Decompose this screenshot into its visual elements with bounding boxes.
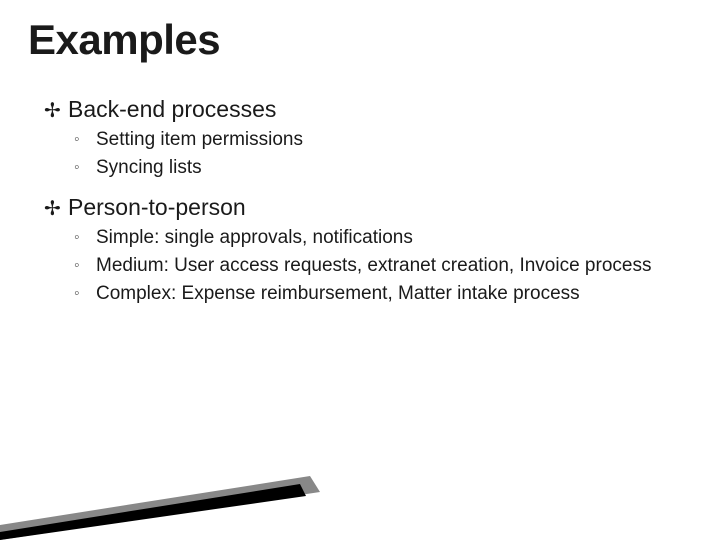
bullet-marker-icon: ✢ [44, 196, 61, 221]
sub-list: ◦ Simple: single approvals, notification… [44, 225, 676, 306]
sub-bullet-marker-icon: ◦ [74, 157, 80, 179]
slide-title: Examples [0, 0, 720, 64]
sub-bullet-marker-icon: ◦ [74, 255, 80, 277]
sub-item-text: Syncing lists [96, 157, 202, 178]
sub-bullet-marker-icon: ◦ [74, 129, 80, 151]
sub-item-text: Simple: single approvals, notifications [96, 227, 413, 248]
sub-list: ◦ Setting item permissions ◦ Syncing lis… [44, 127, 676, 180]
sub-bullet-marker-icon: ◦ [74, 227, 80, 249]
bullet-text: Person-to-person [68, 194, 246, 220]
bullet-item: ✢ Person-to-person [44, 194, 676, 221]
sub-bullet-marker-icon: ◦ [74, 283, 80, 305]
sub-item: ◦ Simple: single approvals, notification… [74, 225, 676, 251]
bullet-item: ✢ Back-end processes [44, 96, 676, 123]
sub-item: ◦ Syncing lists [74, 155, 676, 181]
sub-item-text: Medium: User access requests, extranet c… [96, 255, 651, 276]
sub-item: ◦ Medium: User access requests, extranet… [74, 253, 676, 279]
sub-item-text: Complex: Expense reimbursement, Matter i… [96, 283, 580, 304]
sub-item-text: Setting item permissions [96, 129, 303, 150]
content-body: ✢ Back-end processes ◦ Setting item perm… [0, 64, 720, 306]
sub-item: ◦ Setting item permissions [74, 127, 676, 153]
decorative-wedge [0, 470, 320, 540]
sub-item: ◦ Complex: Expense reimbursement, Matter… [74, 281, 676, 307]
bullet-marker-icon: ✢ [44, 98, 61, 123]
bullet-text: Back-end processes [68, 96, 276, 122]
